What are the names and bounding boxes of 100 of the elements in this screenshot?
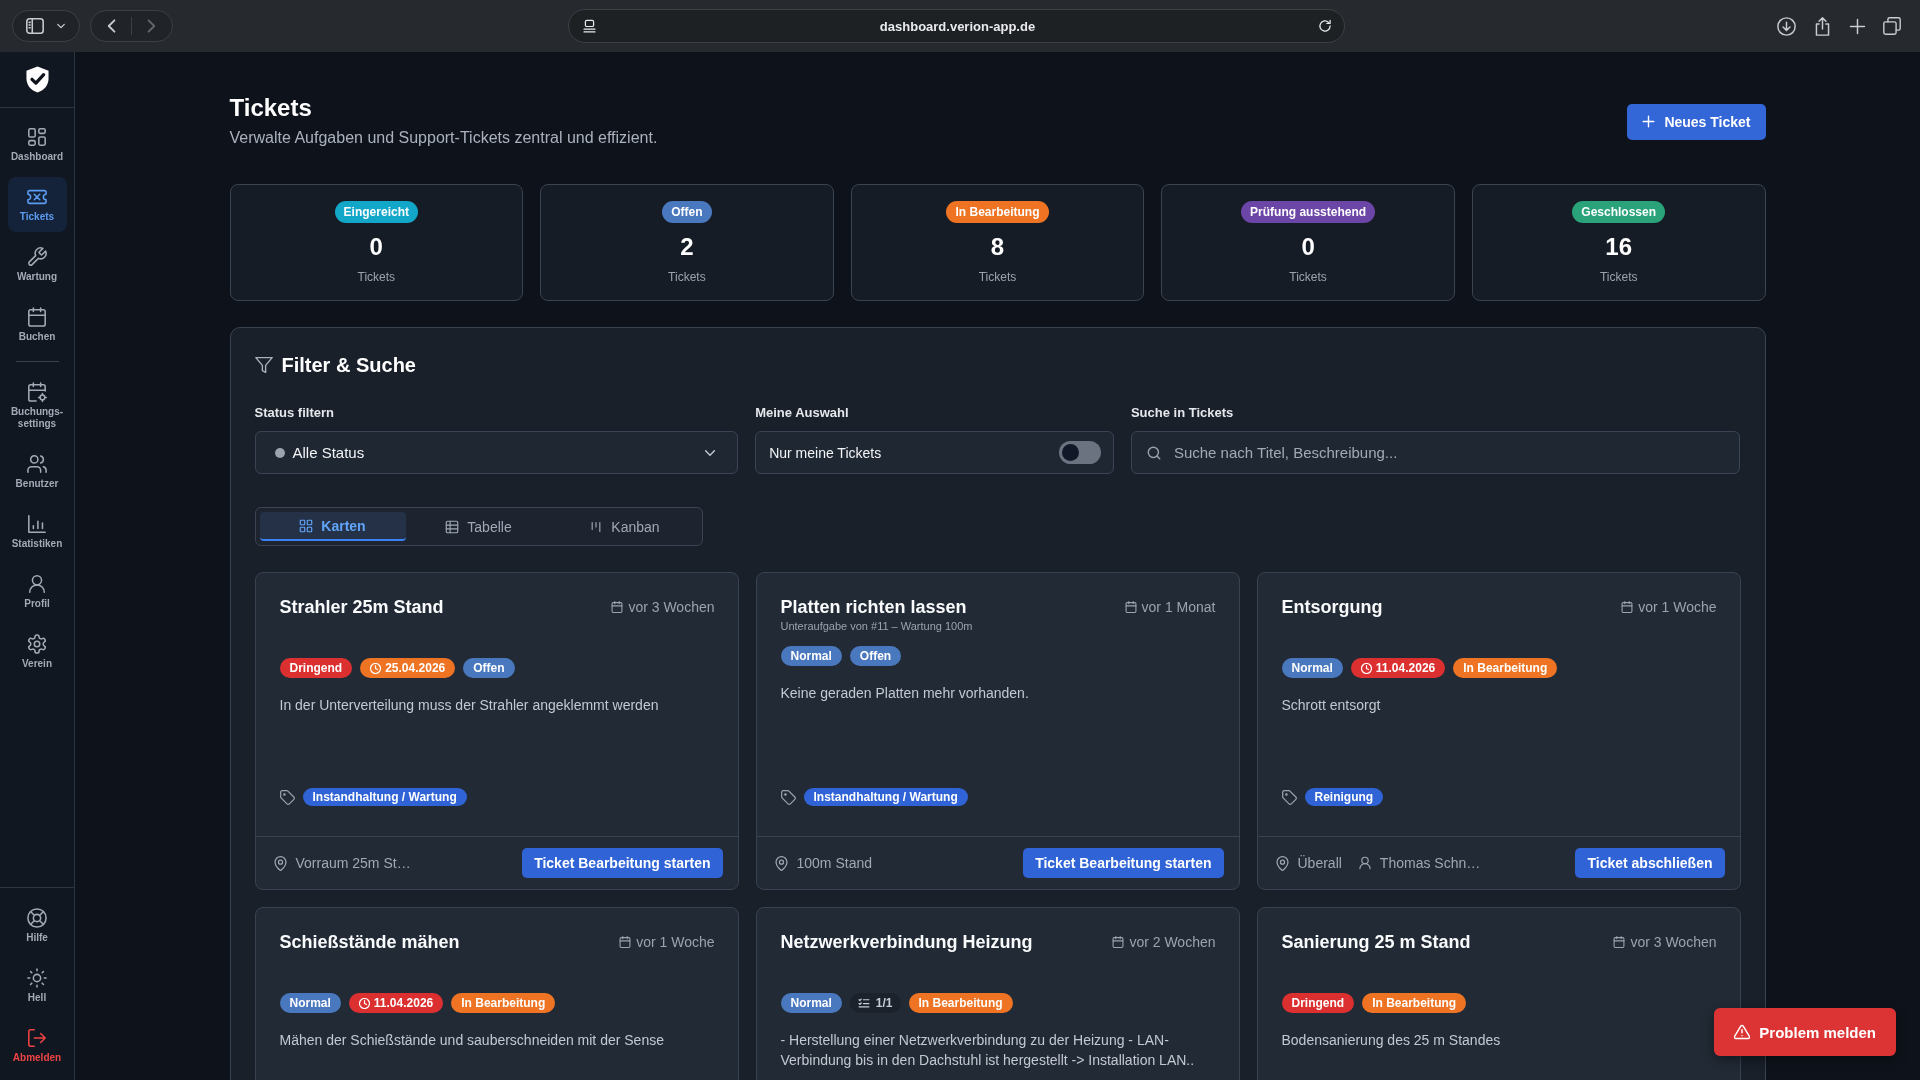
- ticket-description: Schrott entsorgt: [1281, 696, 1382, 715]
- ticket-description: Mähen der Schießstände und sauberschneiden mit der Sense: [279, 1031, 665, 1050]
- plus-icon[interactable]: [1849, 17, 1866, 35]
- label-badge: In Bearbeitung: [451, 993, 556, 1013]
- toggle-label: Nur meine Tickets: [769, 444, 882, 461]
- ticket-age: vor 1 Monat: [1141, 598, 1216, 617]
- status-badge: Eingereicht: [334, 201, 418, 223]
- label-badge: Normal: [780, 993, 842, 1013]
- status-badge: Offen: [662, 201, 712, 223]
- view-tab[interactable]: Tabelle: [405, 512, 552, 541]
- status-select[interactable]: Alle Status: [254, 431, 739, 474]
- calendar-icon: [1124, 601, 1137, 613]
- calendar-icon: [619, 936, 632, 948]
- ticket-age: vor 1 Woche: [636, 933, 715, 952]
- download-icon[interactable]: [1777, 16, 1796, 36]
- user-icon: [1357, 856, 1372, 870]
- sidebar-item[interactable]: Abmelden: [7, 1018, 67, 1073]
- stat-count: 0: [1301, 232, 1315, 262]
- stat-count: 0: [369, 232, 383, 262]
- sidebar-item[interactable]: Benutzer: [7, 444, 67, 499]
- clock-icon: [1360, 662, 1372, 674]
- ticket-card[interactable]: Netzwerkverbindung Heizung vor 2 Wochen Normal 1/1 In Bearbeitung - Herstellung einer Netzwerkverbindung zu der Heizung - LAN-Verbindung bis in den Dachstuhl ist hergestellt -> Installation LAN..: [755, 907, 1240, 1080]
- sidebar-item[interactable]: Tickets: [7, 177, 67, 232]
- action-button[interactable]: Ticket abschließen: [1575, 848, 1725, 878]
- ticket-age: vor 3 Wochen: [628, 598, 715, 617]
- label-badge: Offen: [463, 658, 515, 678]
- due-date: 11.04.2026: [373, 996, 434, 1010]
- page-subtitle: Verwalte Aufgaben und Support-Tickets zentral und effizient.: [229, 128, 658, 148]
- category-tag: Instandhaltung / Wartung: [803, 788, 968, 806]
- calendar-icon: [1112, 936, 1125, 948]
- tag-icon: [279, 789, 295, 805]
- share-icon[interactable]: [1813, 16, 1832, 36]
- due-date: 25.04.2026: [385, 661, 446, 675]
- view-tab[interactable]: Karten: [259, 512, 406, 541]
- category-tag: Instandhaltung / Wartung: [302, 788, 467, 806]
- ticket-card[interactable]: Strahler 25m Stand vor 3 Wochen Dringend 25.04.2026 Offen In der Unterverteilung muss der Strahler angeklemmt werden Instandhaltung / Wartung Vorraum 25m St… Ticket Bearbeitung starten: [254, 572, 739, 890]
- label-badge: Normal: [1281, 658, 1343, 678]
- due-date: 11.04.2026: [1375, 661, 1436, 675]
- filter-icon: [254, 356, 273, 374]
- grid-icon: [299, 518, 314, 533]
- map-pin-icon: [272, 855, 288, 871]
- sidebar-item[interactable]: Wartung: [7, 237, 67, 292]
- reload-icon[interactable]: [1318, 19, 1332, 33]
- ticket-icon: [27, 187, 47, 207]
- stat-count: 16: [1605, 232, 1633, 262]
- label-badge: Normal: [279, 993, 341, 1013]
- sidebar-item[interactable]: Buchen: [7, 297, 67, 352]
- settings-icon: [27, 634, 47, 654]
- bar-chart-icon: [27, 514, 47, 534]
- ticket-card[interactable]: Entsorgung vor 1 Woche Normal 11.04.2026 In Bearbeitung Schrott entsorgt Reinigung Überall Thomas Schn… Ticket abschließen: [1256, 572, 1741, 890]
- calendar-icon: [27, 307, 47, 327]
- sidebar-item[interactable]: Profil: [7, 564, 67, 619]
- sidebar-item[interactable]: Dashboard: [7, 117, 67, 172]
- ticket-title: Sanierung 25 m Stand: [1281, 931, 1471, 954]
- ticket-description: In der Unterverteilung muss der Strahler angeklemmt werden: [279, 696, 660, 715]
- subtask-count: 1/1: [875, 996, 893, 1010]
- toggle-switch[interactable]: [1058, 441, 1101, 464]
- map-pin-icon: [773, 855, 789, 871]
- wrench-icon: [27, 247, 47, 267]
- user-icon: [27, 574, 47, 594]
- page-icon[interactable]: [582, 18, 597, 34]
- ticket-title: Schießstände mähen: [279, 931, 460, 954]
- stat-count: 8: [990, 232, 1005, 262]
- ticket-subtitle: Unteraufgabe von #11 – Wartung 100m: [780, 619, 973, 633]
- ticket-title: Netzwerkverbindung Heizung: [780, 931, 1033, 954]
- sidebar-toggle-button[interactable]: [12, 10, 80, 42]
- new-ticket-button[interactable]: Neues Ticket: [1627, 103, 1766, 140]
- ticket-title: Entsorgung: [1281, 596, 1383, 619]
- section-title: Filter & Suche: [281, 353, 416, 378]
- sidebar-item[interactable]: Hilfe: [7, 898, 67, 953]
- ticket-title: Platten richten lassen: [780, 596, 968, 619]
- action-button[interactable]: Ticket Bearbeitung starten: [522, 848, 723, 878]
- ticket-card[interactable]: Sanierung 25 m Stand vor 3 Wochen Dringend In Bearbeitung Bodensanierung des 25 m Standes: [1256, 907, 1741, 1080]
- ticket-location: Vorraum 25m St…: [295, 855, 411, 871]
- calendar-icon: [1613, 936, 1626, 948]
- ticket-location: 100m Stand: [796, 855, 872, 871]
- ticket-age: vor 2 Wochen: [1129, 933, 1216, 952]
- ticket-title: Strahler 25m Stand: [279, 596, 444, 619]
- lifebuoy-icon: [27, 908, 47, 928]
- action-button[interactable]: Ticket Bearbeitung starten: [1023, 848, 1224, 878]
- shield-check-icon[interactable]: [23, 66, 51, 93]
- ticket-assignee: Thomas Schn…: [1379, 855, 1481, 871]
- address-bar[interactable]: dashboard.verion-app.de: [568, 9, 1345, 43]
- stacked-squares-icon[interactable]: [1883, 17, 1901, 35]
- label-badge: In Bearbeitung: [1453, 658, 1558, 678]
- sidebar-item[interactable]: Verein: [7, 624, 67, 679]
- ticket-card[interactable]: Schießstände mähen vor 1 Woche Normal 11.04.2026 In Bearbeitung Mähen der Schießstände und sauberschneiden mit der Sense: [254, 907, 739, 1080]
- view-tab[interactable]: Kanban: [551, 512, 698, 541]
- stat-count: 2: [680, 232, 694, 262]
- report-problem-button[interactable]: Problem melden: [1714, 1008, 1896, 1056]
- sidebar-item[interactable]: Hell: [7, 958, 67, 1013]
- sidebar-item[interactable]: Buchungs-settings: [7, 372, 67, 439]
- search-icon: [1146, 446, 1161, 460]
- search-field[interactable]: Suche nach Titel, Beschreibung...: [1130, 431, 1741, 474]
- status-badge: Prüfung ausstehend: [1241, 201, 1376, 223]
- sidebar-icon: [25, 16, 45, 36]
- calendar-settings-icon: [27, 382, 47, 402]
- ticket-card[interactable]: Platten richten lassen Unteraufgabe von #11 – Wartung 100m vor 1 Monat Normal Offen Keine geraden Platten mehr vorhanden. Instandhaltung / Wartung 100m Stand Ticket Bearbeitung starten: [755, 572, 1240, 890]
- warning-icon: [1734, 1024, 1751, 1040]
- sidebar-item[interactable]: Statistiken: [7, 504, 67, 559]
